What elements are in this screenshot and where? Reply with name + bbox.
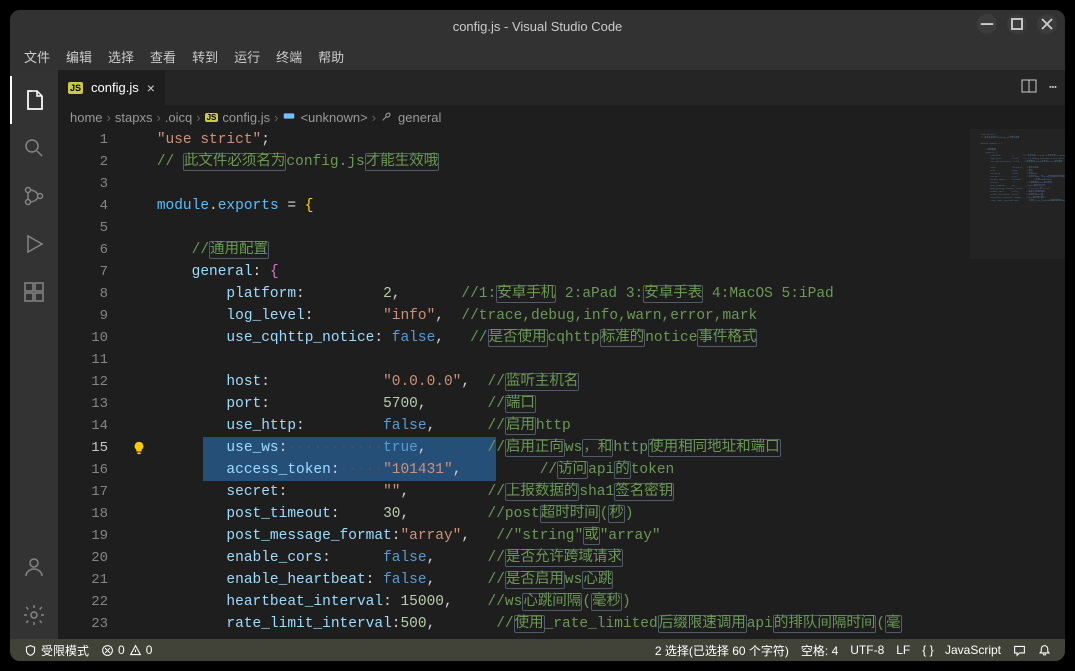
code-line[interactable]: 10 use_cqhttp_notice: false, //是否使用cqhtt…: [58, 327, 970, 349]
menu-terminal[interactable]: 终端: [268, 44, 310, 69]
code-line[interactable]: 15 use_ws:···········true, //启用正向ws，和htt…: [58, 437, 970, 459]
line-number: 18: [58, 503, 122, 525]
code-line[interactable]: 19 post_message_format:"array", //"strin…: [58, 525, 970, 547]
code-line[interactable]: 22 heartbeat_interval: 15000, //ws心跳间隔(毫…: [58, 591, 970, 613]
breadcrumb-item[interactable]: stapxs: [115, 110, 153, 125]
close-icon[interactable]: ×: [147, 80, 155, 96]
more-icon[interactable]: ⋯: [1049, 80, 1057, 95]
line-number: 16: [58, 459, 122, 481]
line-number: 21: [58, 569, 122, 591]
tab-bar: JS config.js × ⋯: [58, 70, 1065, 105]
line-number: 12: [58, 371, 122, 393]
activity-settings[interactable]: [10, 591, 58, 639]
code-line[interactable]: 16 access_token:·····"101431", //访问api的t…: [58, 459, 970, 481]
code-line[interactable]: 11: [58, 349, 970, 371]
wrench-icon: [380, 109, 394, 126]
breadcrumb-item[interactable]: .oicq: [165, 110, 192, 125]
activity-extensions[interactable]: [10, 268, 58, 316]
activity-explorer[interactable]: [10, 76, 58, 124]
line-number: 23: [58, 613, 122, 635]
menu-edit[interactable]: 编辑: [58, 44, 100, 69]
line-number: 3: [58, 173, 122, 195]
line-number: 11: [58, 349, 122, 371]
line-number: 14: [58, 415, 122, 437]
window-minimize-button[interactable]: [977, 14, 997, 34]
code-line[interactable]: 6 //通用配置: [58, 239, 970, 261]
code-line[interactable]: 2 // 此文件必须名为config.js才能生效哦: [58, 151, 970, 173]
line-number: 7: [58, 261, 122, 283]
code-line[interactable]: 7 general: {: [58, 261, 970, 283]
line-number: 1: [58, 129, 122, 151]
activity-search[interactable]: [10, 124, 58, 172]
line-number: 15: [58, 437, 122, 459]
code-line[interactable]: 20 enable_cors: false, //是否允许跨域请求: [58, 547, 970, 569]
status-problems[interactable]: 0 0: [95, 643, 158, 657]
menu-file[interactable]: 文件: [16, 44, 58, 69]
code-line[interactable]: 12 host: "0.0.0.0", //监听主机名: [58, 371, 970, 393]
code-line[interactable]: 21 enable_heartbeat: false, //是否启用ws心跳: [58, 569, 970, 591]
split-editor-icon[interactable]: [1021, 78, 1037, 98]
line-number: 5: [58, 217, 122, 239]
activity-debug[interactable]: [10, 220, 58, 268]
status-language[interactable]: { } JavaScript: [916, 643, 1007, 657]
code-line[interactable]: 3: [58, 173, 970, 195]
breadcrumb-item[interactable]: config.js: [222, 110, 270, 125]
line-number: 13: [58, 393, 122, 415]
titlebar: config.js - Visual Studio Code: [10, 10, 1065, 42]
breadcrumb[interactable]: home› stapxs› .oicq› JS config.js› <unkn…: [58, 105, 1065, 129]
activity-scm[interactable]: [10, 172, 58, 220]
activitybar: [10, 70, 58, 639]
statusbar: 受限模式 0 0 2 选择(已选择 60 个字符) 空格: 4 UTF-8 LF…: [10, 639, 1065, 661]
line-number: 17: [58, 481, 122, 503]
js-icon: JS: [205, 113, 219, 122]
status-feedback[interactable]: [1007, 644, 1032, 657]
status-encoding[interactable]: UTF-8: [844, 643, 890, 657]
code-line[interactable]: 1 "use strict";: [58, 129, 970, 151]
status-eol[interactable]: LF: [890, 643, 916, 657]
window-close-button[interactable]: [1037, 14, 1057, 34]
line-number: 4: [58, 195, 122, 217]
code-line[interactable]: 4 module.exports = {: [58, 195, 970, 217]
status-spaces[interactable]: 空格: 4: [795, 642, 844, 659]
code-line[interactable]: 8 platform: 2, //1:安卓手机 2:aPad 3:安卓手表 4:…: [58, 283, 970, 305]
status-selection[interactable]: 2 选择(已选择 60 个字符): [649, 642, 795, 659]
line-number: 19: [58, 525, 122, 547]
window-maximize-button[interactable]: [1007, 14, 1027, 34]
menu-help[interactable]: 帮助: [310, 44, 352, 69]
tab-config-js[interactable]: JS config.js ×: [58, 70, 165, 105]
status-restricted[interactable]: 受限模式: [18, 642, 95, 659]
line-number: 10: [58, 327, 122, 349]
code-line[interactable]: 5: [58, 217, 970, 239]
code-line[interactable]: 18 post_timeout: 30, //post超时时间(秒): [58, 503, 970, 525]
minimap[interactable]: "use strict"; // 此文件必须名为config.js才能生效哦 m…: [970, 129, 1065, 639]
code-line[interactable]: 9 log_level: "info", //trace,debug,info,…: [58, 305, 970, 327]
menu-run[interactable]: 运行: [226, 44, 268, 69]
code-line[interactable]: 23 rate_limit_interval:500, //使用_rate_li…: [58, 613, 970, 635]
breadcrumb-item[interactable]: <unknown>: [300, 110, 367, 125]
line-number: 20: [58, 547, 122, 569]
code-line[interactable]: 13 port: 5700, //端口: [58, 393, 970, 415]
breadcrumb-item[interactable]: general: [398, 110, 441, 125]
code-line[interactable]: 17 secret: "", //上报数据的sha1签名密钥: [58, 481, 970, 503]
status-notifications[interactable]: [1032, 644, 1057, 657]
line-number: 2: [58, 151, 122, 173]
menu-view[interactable]: 查看: [142, 44, 184, 69]
symbol-icon: [282, 109, 296, 126]
code-line[interactable]: 14 use_http: false, //启用http: [58, 415, 970, 437]
activity-account[interactable]: [10, 543, 58, 591]
line-number: 9: [58, 305, 122, 327]
menu-go[interactable]: 转到: [184, 44, 226, 69]
menubar: 文件 编辑 选择 查看 转到 运行 终端 帮助: [10, 42, 1065, 70]
minimap-content: "use strict"; // 此文件必须名为config.js才能生效哦 m…: [976, 133, 1059, 202]
line-number: 22: [58, 591, 122, 613]
menu-selection[interactable]: 选择: [100, 44, 142, 69]
line-number: 8: [58, 283, 122, 305]
line-number: 6: [58, 239, 122, 261]
js-icon: JS: [68, 82, 83, 94]
breadcrumb-item[interactable]: home: [70, 110, 103, 125]
tab-label: config.js: [91, 80, 139, 95]
window-title: config.js - Visual Studio Code: [453, 19, 623, 34]
code-editor[interactable]: 1 "use strict";2 // 此文件必须名为config.js才能生效…: [58, 129, 970, 639]
